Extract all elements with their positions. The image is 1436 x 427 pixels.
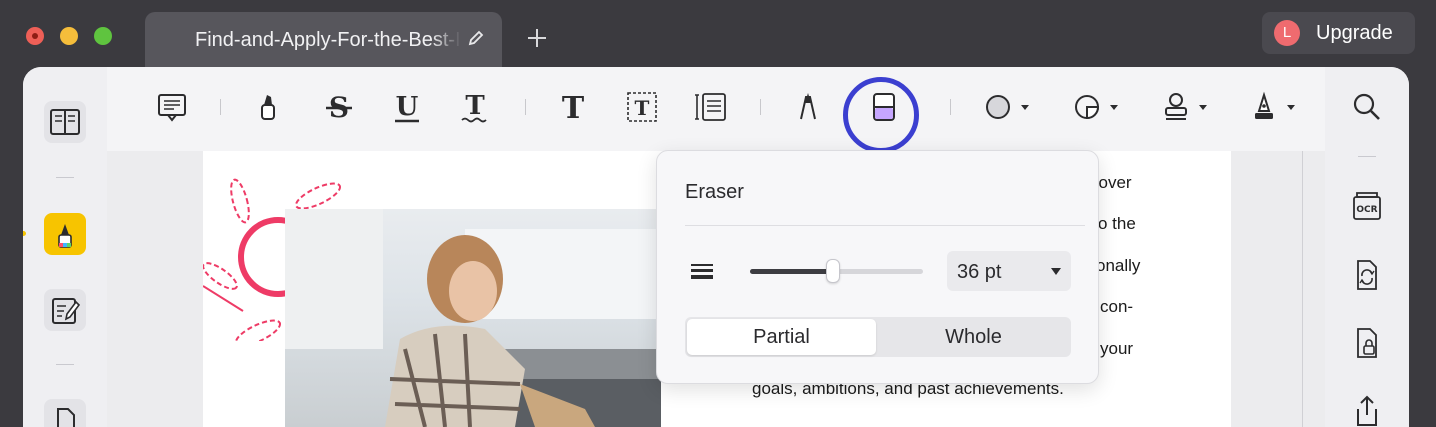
minimize-window-button[interactable] xyxy=(60,27,78,45)
signature-icon[interactable] xyxy=(1247,89,1301,125)
highlighter-colorful-icon xyxy=(58,224,72,248)
svg-text:OCR: OCR xyxy=(1356,205,1377,215)
left-sidebar xyxy=(23,67,107,427)
avatar: L xyxy=(1274,20,1300,46)
doc-text-line: your xyxy=(1100,339,1134,358)
sidebar-divider xyxy=(56,364,74,365)
document-tab[interactable]: Find-and-Apply-For-the-Best-Institutes xyxy=(145,12,502,68)
doc-text-line: onally xyxy=(1096,256,1141,275)
convert-icon[interactable] xyxy=(1349,257,1385,293)
organize-pages-button[interactable] xyxy=(44,399,86,427)
toolbar-divider xyxy=(760,99,761,115)
reader-mode-button[interactable] xyxy=(44,101,86,143)
eraser-settings-popover: Eraser 36 pt Partial Whole xyxy=(656,150,1099,384)
close-window-button[interactable] xyxy=(26,27,44,45)
ocr-icon[interactable]: OCR xyxy=(1349,189,1385,225)
tab-title: Find-and-Apply-For-the-Best-Institutes xyxy=(195,29,461,52)
doc-text-line: o the xyxy=(1098,214,1136,233)
title-bar: Find-and-Apply-For-the-Best-Institutes L… xyxy=(0,0,1436,68)
eraser-highlight-ring xyxy=(843,77,919,153)
popover-title: Eraser xyxy=(685,181,744,203)
pencil-edit-icon[interactable] xyxy=(467,29,485,47)
comment-icon[interactable] xyxy=(154,89,190,125)
toolbar-divider xyxy=(525,99,526,115)
svg-text:T: T xyxy=(465,91,485,121)
eraser-mode-toggle: Partial Whole xyxy=(685,317,1071,357)
slider-thumb[interactable] xyxy=(826,259,840,283)
mode-whole-button[interactable]: Whole xyxy=(878,319,1069,355)
doc-text-line: con- xyxy=(1100,297,1134,316)
page-icon xyxy=(57,408,75,427)
mode-partial-button[interactable]: Partial xyxy=(687,319,876,355)
stamp-icon[interactable] xyxy=(1159,89,1213,125)
area-highlight-icon[interactable] xyxy=(1070,89,1124,125)
svg-text:T: T xyxy=(635,96,650,120)
scroll-divider xyxy=(1302,151,1303,427)
toolbar-divider xyxy=(950,99,951,115)
slider-fill xyxy=(750,269,833,274)
annotation-toolbar: S U T T T xyxy=(107,67,1325,151)
underline-icon[interactable]: U xyxy=(389,89,425,125)
svg-text:T: T xyxy=(562,91,585,125)
textbox-icon[interactable]: T xyxy=(624,89,660,125)
chevron-down-icon xyxy=(1051,268,1061,275)
text-icon[interactable]: T xyxy=(555,89,591,125)
line-weight-icon xyxy=(691,264,713,279)
text-callout-icon[interactable] xyxy=(693,89,729,125)
eraser-size-slider[interactable] xyxy=(750,259,923,283)
svg-text:U: U xyxy=(396,92,419,122)
student-photo xyxy=(285,209,661,427)
toolbar-divider xyxy=(220,99,221,115)
squiggly-text-icon[interactable]: T xyxy=(457,89,493,125)
new-tab-plus-icon[interactable] xyxy=(526,27,548,49)
popover-divider xyxy=(685,225,1085,226)
protect-document-icon[interactable] xyxy=(1349,325,1385,361)
eraser-size-value: 36 pt xyxy=(957,261,1002,283)
sidebar-divider xyxy=(56,177,74,178)
edit-mode-button[interactable] xyxy=(44,289,86,331)
shape-icon[interactable] xyxy=(981,89,1035,125)
upgrade-label: Upgrade xyxy=(1316,22,1393,44)
highlighter-icon[interactable] xyxy=(250,89,286,125)
eraser-size-dropdown[interactable]: 36 pt xyxy=(947,251,1071,291)
edit-document-icon xyxy=(52,298,81,324)
strikethrough-icon[interactable]: S xyxy=(321,89,357,125)
upgrade-button[interactable]: L Upgrade xyxy=(1262,12,1415,54)
active-indicator xyxy=(23,231,26,236)
pencil-icon[interactable] xyxy=(790,89,826,125)
comment-mode-button[interactable] xyxy=(44,213,86,255)
sidebar-divider xyxy=(1358,156,1376,157)
share-icon[interactable] xyxy=(1349,393,1385,427)
right-sidebar: OCR xyxy=(1325,67,1409,427)
search-icon[interactable] xyxy=(1349,89,1385,125)
zoom-window-button[interactable] xyxy=(94,27,112,45)
book-icon xyxy=(50,109,80,135)
